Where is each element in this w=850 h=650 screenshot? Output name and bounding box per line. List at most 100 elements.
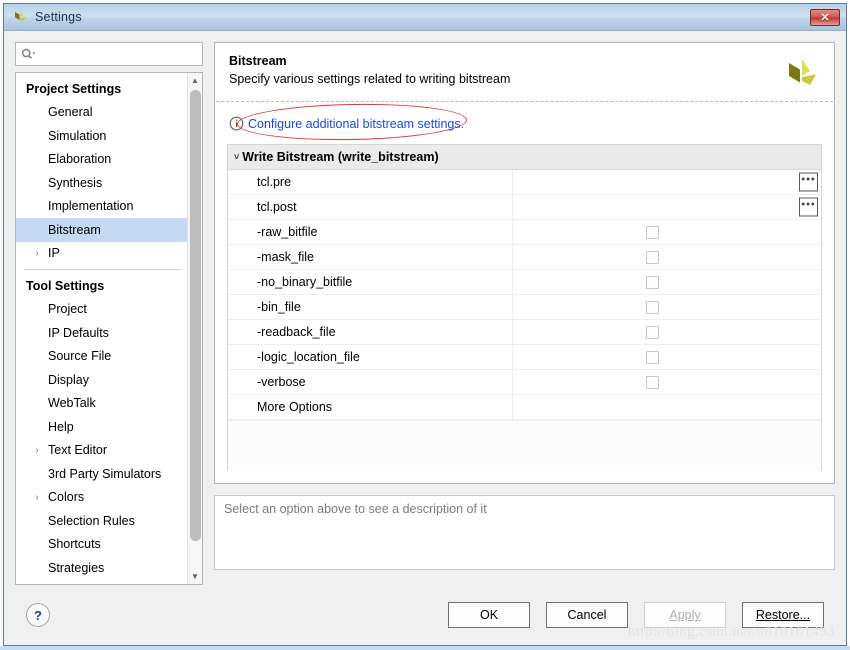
sidebar-item-display[interactable]: Display (16, 368, 187, 392)
search-box[interactable] (15, 42, 203, 66)
option-name: -logic_location_file (228, 345, 513, 369)
dialog-body: Project Settings General Simulation Elabora… (4, 31, 846, 645)
close-icon[interactable]: ✕ (810, 8, 840, 26)
sidebar-item-general[interactable]: General (16, 101, 187, 125)
sidebar-item-text-editor[interactable]: › Text Editor (16, 439, 187, 463)
table-row[interactable]: tcl.post ••• (228, 195, 821, 220)
sidebar-item-label: WebTalk (48, 396, 96, 411)
sidebar-item-ip-defaults[interactable]: IP Defaults (16, 321, 187, 345)
option-value-cell[interactable] (513, 370, 821, 394)
page-title: Bitstream (229, 54, 287, 68)
scrollbar-track[interactable] (188, 88, 203, 569)
panel-header: Bitstream Specify various settings relat… (215, 43, 834, 101)
table-row[interactable]: -raw_bitfile (228, 220, 821, 245)
browse-button[interactable]: ••• (799, 197, 818, 217)
sidebar-item-webtalk[interactable]: WebTalk (16, 392, 187, 416)
chevron-right-icon[interactable]: › (30, 445, 44, 456)
sidebar-item-synthesis[interactable]: Synthesis (16, 171, 187, 195)
sidebar-item-label: Elaboration (48, 152, 112, 167)
sidebar-item-label: Simulation (48, 128, 107, 143)
sidebar-item-label: Selection Rules (48, 513, 135, 528)
sidebar-item-3rd-party-simulators[interactable]: 3rd Party Simulators (16, 462, 187, 486)
table-row[interactable]: -bin_file (228, 295, 821, 320)
table-section-header[interactable]: ˅ Write Bitstream (write_bitstream) (228, 145, 821, 170)
sidebar-item-label: Text Editor (48, 443, 108, 458)
sidebar-item-colors[interactable]: › Colors (16, 486, 187, 510)
chevron-right-icon[interactable]: › (30, 248, 44, 259)
checkbox[interactable] (646, 300, 659, 314)
xilinx-logo-icon (782, 55, 820, 93)
bitstream-panel: Bitstream Specify various settings relat… (214, 42, 835, 484)
sidebar-scrollbar[interactable]: ▲ ▼ (187, 73, 202, 584)
option-name: tcl.pre (228, 170, 513, 194)
sidebar-item-simulation[interactable]: Simulation (16, 124, 187, 148)
sidebar-item-label: Display (48, 372, 89, 387)
checkbox[interactable] (646, 325, 659, 339)
table-row[interactable]: -no_binary_bitfile (228, 270, 821, 295)
option-name: More Options (228, 395, 513, 419)
xilinx-logo-icon (12, 9, 28, 25)
option-name: -no_binary_bitfile (228, 270, 513, 294)
bitstream-options-table: ˅ Write Bitstream (write_bitstream) tcl.… (227, 144, 822, 471)
checkbox[interactable] (646, 225, 659, 239)
chevron-down-icon[interactable]: ˅ (234, 152, 239, 162)
option-name: tcl.post (228, 195, 513, 219)
table-row[interactable]: More Options (228, 395, 821, 420)
option-value-cell[interactable] (513, 270, 821, 294)
page-subtitle: Specify various settings related to writ… (229, 72, 511, 86)
table-row[interactable]: -logic_location_file (228, 345, 821, 370)
chevron-up-icon[interactable]: ▲ (188, 73, 203, 88)
sidebar-item-label: General (48, 105, 93, 120)
sidebar-item-label: Bitstream (48, 222, 101, 237)
browse-button[interactable]: ••• (799, 172, 818, 192)
sidebar-item-help[interactable]: Help (16, 415, 187, 439)
sidebar-group-tool-settings: Tool Settings (26, 278, 105, 293)
sidebar-item-strategies[interactable]: Strategies (16, 556, 187, 580)
checkbox[interactable] (646, 350, 659, 364)
sidebar-item-ip[interactable]: › IP (16, 242, 187, 266)
config-link-row: Configure additional bitstream settings. (215, 101, 834, 144)
sidebar-item-implementation[interactable]: Implementation (16, 195, 187, 219)
option-value-cell[interactable] (513, 245, 821, 269)
button-label: Restore... (755, 608, 811, 622)
sidebar-item-project[interactable]: Project (16, 298, 187, 322)
chevron-down-icon[interactable]: ▼ (188, 569, 203, 584)
window-title: Settings (35, 10, 82, 24)
help-button[interactable]: ? (26, 603, 50, 627)
sidebar-item-elaboration[interactable]: Elaboration (16, 148, 187, 172)
checkbox[interactable] (646, 250, 659, 264)
sidebar-item-label: 3rd Party Simulators (48, 466, 162, 481)
ok-button[interactable]: OK (448, 602, 530, 628)
watermark: http://blog.csdn.net/u010161493 (627, 624, 835, 640)
cancel-button[interactable]: Cancel (546, 602, 628, 628)
option-value-cell[interactable]: ••• (513, 195, 821, 219)
button-label: Apply (669, 608, 701, 622)
checkbox[interactable] (646, 375, 659, 389)
option-value-cell[interactable] (513, 220, 821, 244)
option-value-cell[interactable] (513, 295, 821, 319)
search-input[interactable] (39, 46, 197, 62)
sidebar-item-selection-rules[interactable]: Selection Rules (16, 509, 187, 533)
table-row[interactable]: -verbose (228, 370, 821, 395)
sidebar-item-source-file[interactable]: Source File (16, 345, 187, 369)
table-row[interactable]: -mask_file (228, 245, 821, 270)
sidebar-item-shortcuts[interactable]: Shortcuts (16, 533, 187, 557)
sidebar-item-bitstream[interactable]: Bitstream (16, 218, 187, 242)
option-value-cell[interactable] (513, 320, 821, 344)
option-name: -raw_bitfile (228, 220, 513, 244)
sidebar-item-label: Implementation (48, 199, 134, 214)
settings-tree: Project Settings General Simulation Elabora… (15, 72, 203, 585)
option-value-cell[interactable] (513, 345, 821, 369)
table-row[interactable]: -readback_file (228, 320, 821, 345)
scrollbar-thumb[interactable] (189, 90, 201, 541)
sidebar-item-label: IP (48, 246, 60, 261)
checkbox[interactable] (646, 275, 659, 289)
sidebar-item-label: Source File (48, 349, 112, 364)
info-icon (229, 116, 244, 131)
sidebar-item-label: Shortcuts (48, 537, 101, 552)
chevron-right-icon[interactable]: › (30, 492, 44, 503)
table-row[interactable]: tcl.pre ••• (228, 170, 821, 195)
configure-bitstream-link[interactable]: Configure additional bitstream settings. (248, 117, 464, 131)
option-value-cell[interactable]: ••• (513, 170, 821, 194)
option-value-cell (513, 395, 821, 419)
